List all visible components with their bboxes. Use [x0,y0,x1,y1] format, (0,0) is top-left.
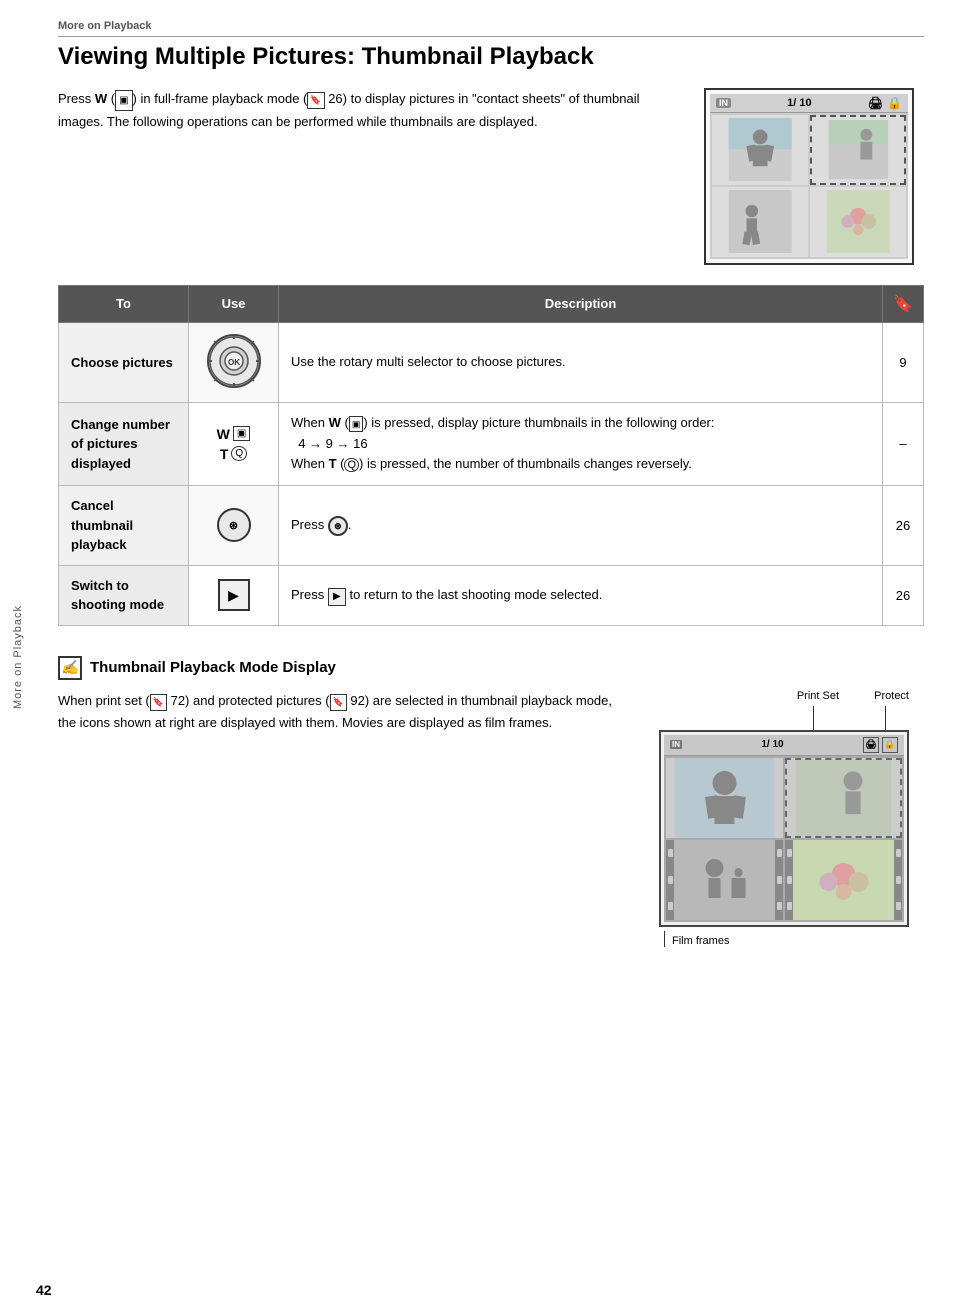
thumb-4 [810,187,906,257]
lock-icon: 🔒 [887,96,902,110]
thumb-1 [712,115,808,185]
side-label: More on Playback [12,605,24,709]
large-thumb-2 [785,758,902,838]
row-ref-2: – [883,402,924,485]
w-icon: ▣ [233,426,250,441]
protect-label: Protect [874,690,909,702]
section-header: More on Playback [58,20,924,37]
operations-table: To Use Description 🔖 Choose pictures [58,285,924,626]
row-use-3: ⊛ [189,486,279,566]
page-number: 42 [36,1282,52,1298]
row-desc-4: Press ▶ to return to the last shooting m… [279,565,883,625]
w-button: W ▣ [217,426,251,442]
table-row: Switch toshooting mode ▶ Press ▶ to retu… [59,565,924,625]
large-camera-header: IN 1/ 10 🖨 🔒 [664,735,904,756]
rotary-selector-icon: OK [206,333,262,389]
table-row: Choose pictures OK [59,322,924,402]
ref-icon-26a: 🔖 [307,92,324,109]
header-icons: 🖨 🔒 [868,96,902,110]
note-text-body: When print set (🔖 72) and protected pict… [58,690,624,951]
play-button-icon: ▶ [218,579,250,611]
camera-screen-large: IN 1/ 10 🖨 🔒 [659,730,909,927]
print-set-icon: 🖨 [863,737,879,753]
t-icon: Q [231,446,247,461]
camera-header-bar: IN 1/ 10 🖨 🔒 [710,94,908,113]
table-row: Change numberof picturesdisplayed W ▣ T … [59,402,924,485]
row-desc-2: When W (▣) is pressed, display picture t… [279,402,883,485]
row-ref-3: 26 [883,486,924,566]
print-icon: 🖨 [868,96,883,110]
large-thumb-grid [664,756,904,922]
film-frames-annotation: Film frames [644,931,924,951]
note-image: Print Set Protect IN 1/ 10 🖨 [644,690,924,951]
svg-text:OK: OK [228,358,240,367]
in-label: IN [716,98,731,108]
col-header-use: Use [189,285,279,322]
note-icon: ✍ [58,656,82,680]
row-use-1: OK [189,322,279,402]
row-desc-3: Press ⊛. [279,486,883,566]
header-icons-large: 🖨 🔒 [863,737,898,753]
col-header-ref: 🔖 [883,285,924,322]
ok-button-icon: ⊛ [217,508,251,542]
note-content: When print set (🔖 72) and protected pict… [58,690,924,951]
row-to-4: Switch toshooting mode [59,565,189,625]
table-row: Cancel thumbnailplayback ⊛ Press ⊛. 26 [59,486,924,566]
row-ref-1: 9 [883,322,924,402]
film-frames-line [664,931,665,947]
camera-screen: IN 1/ 10 🖨 🔒 [704,88,914,265]
col-header-to: To [59,285,189,322]
counter-large: 1/ 10 [761,739,783,750]
col-header-description: Description [279,285,883,322]
t-button: T Q [220,446,247,462]
note-header: ✍ Thumbnail Playback Mode Display [58,656,924,680]
print-set-label: Print Set [797,690,839,702]
film-frames-label: Film frames [672,935,729,947]
thumb-2 [810,115,906,185]
protect-icon: 🔒 [882,737,898,753]
print-set-line [813,706,814,730]
w-symbol: W [95,91,107,106]
row-desc-1: Use the rotary multi selector to choose … [279,322,883,402]
large-thumb-3 [666,840,783,920]
thumbnail-grid [710,113,908,259]
page-title: Viewing Multiple Pictures: Thumbnail Pla… [58,43,924,72]
large-thumb-4 [785,840,902,920]
row-use-4: ▶ [189,565,279,625]
intro-text: Press W (▣) in full-frame playback mode … [58,88,684,265]
row-use-2: W ▣ T Q [189,402,279,485]
row-ref-4: 26 [883,565,924,625]
row-to-2: Change numberof picturesdisplayed [59,402,189,485]
w-button-icon: ▣ [115,90,132,111]
protect-line [885,706,886,730]
note-title: Thumbnail Playback Mode Display [90,659,336,676]
in-label-large: IN [670,740,682,749]
large-thumb-1 [666,758,783,838]
thumb-3 [712,187,808,257]
row-to-3: Cancel thumbnailplayback [59,486,189,566]
note-section: ✍ Thumbnail Playback Mode Display When p… [58,656,924,951]
camera-display-image: IN 1/ 10 🖨 🔒 [704,88,924,265]
intro-section: Press W (▣) in full-frame playback mode … [58,88,924,265]
row-to-1: Choose pictures [59,322,189,402]
counter: 1/ 10 [787,97,811,109]
